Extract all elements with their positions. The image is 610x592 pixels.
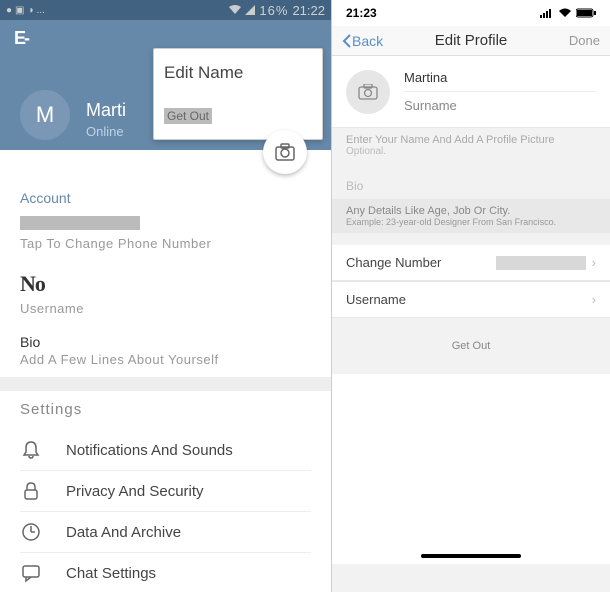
chat-icon bbox=[20, 563, 42, 583]
section-title: Account bbox=[20, 190, 311, 206]
divider bbox=[0, 377, 331, 391]
chevron-left-icon bbox=[342, 34, 352, 48]
settings-label: Data And Archive bbox=[66, 524, 181, 541]
camera-icon bbox=[275, 143, 295, 161]
wifi-icon bbox=[229, 5, 241, 15]
battery-icon bbox=[576, 8, 596, 18]
number-redacted bbox=[496, 256, 586, 270]
context-menu: Edit Name Get Out bbox=[153, 48, 323, 140]
bio-hint: Add A Few Lines About Yourself bbox=[20, 352, 311, 367]
settings-row-chat[interactable]: Chat Settings bbox=[20, 553, 311, 592]
signal-icon bbox=[245, 5, 255, 15]
phone-hint: Tap To Change Phone Number bbox=[20, 236, 311, 251]
back-button[interactable]: Back bbox=[342, 33, 383, 49]
bio-label[interactable]: Bio bbox=[20, 334, 311, 350]
username-row[interactable]: Username › bbox=[332, 281, 610, 318]
username-label: Username bbox=[20, 301, 311, 316]
ios-edit-profile-screen: 21:23 Back Edit Profile Done Martina Sur… bbox=[332, 0, 610, 592]
settings-label: Privacy And Security bbox=[66, 483, 204, 500]
done-button[interactable]: Done bbox=[569, 33, 600, 48]
data-icon bbox=[20, 522, 42, 542]
empty-area bbox=[332, 374, 610, 564]
first-name-field[interactable]: Martina bbox=[404, 64, 596, 92]
settings-row-notifications[interactable]: Notifications And Sounds bbox=[20, 430, 311, 471]
section-title: Settings bbox=[20, 401, 311, 418]
edit-name-menu-item[interactable]: Edit Name bbox=[164, 63, 312, 83]
photo-button[interactable] bbox=[346, 70, 390, 114]
settings-row-data[interactable]: Data And Archive bbox=[20, 512, 311, 553]
nav-bar: Back Edit Profile Done bbox=[332, 26, 610, 56]
notification-icon: ● bbox=[6, 5, 12, 16]
camera-fab[interactable] bbox=[263, 130, 307, 174]
bio-field[interactable]: Any Details Like Age, Job Or City. Examp… bbox=[332, 199, 610, 233]
settings-label: Notifications And Sounds bbox=[66, 442, 233, 459]
surname-field[interactable]: Surname bbox=[404, 92, 596, 119]
logout-button[interactable]: Get Out bbox=[332, 318, 610, 374]
more-icon: ... bbox=[37, 5, 45, 16]
android-status-bar: ● ▣ ◑ ... 16% 21:22 bbox=[0, 0, 331, 20]
back-button[interactable]: E- bbox=[14, 28, 317, 49]
name-hint: Enter Your Name And Add A Profile Pictur… bbox=[332, 128, 610, 163]
username-value[interactable]: No bbox=[20, 271, 311, 297]
notification-icon: ▣ bbox=[15, 5, 24, 16]
signal-icon bbox=[540, 8, 554, 18]
camera-icon bbox=[358, 84, 378, 100]
change-number-row[interactable]: Change Number › bbox=[332, 245, 610, 281]
ios-status-bar: 21:23 bbox=[332, 0, 610, 26]
android-settings-screen: ● ▣ ◑ ... 16% 21:22 E- M Marti Online Ed… bbox=[0, 0, 332, 592]
battery-percentage: 16% bbox=[259, 3, 288, 18]
wifi-icon bbox=[558, 8, 572, 18]
page-title: Edit Profile bbox=[435, 32, 508, 49]
clock: 21:22 bbox=[292, 3, 325, 18]
bio-label: Bio bbox=[332, 173, 610, 199]
bell-icon bbox=[20, 440, 42, 460]
chevron-right-icon: › bbox=[592, 292, 596, 307]
clock: 21:23 bbox=[346, 6, 377, 20]
name-editor: Martina Surname bbox=[332, 56, 610, 128]
phone-number-redacted[interactable] bbox=[20, 216, 140, 230]
settings-row-privacy[interactable]: Privacy And Security bbox=[20, 471, 311, 512]
logout-menu-item[interactable]: Get Out bbox=[164, 108, 212, 124]
settings-label: Chat Settings bbox=[66, 565, 156, 582]
account-section: Account Tap To Change Phone Number No Us… bbox=[0, 150, 331, 377]
avatar[interactable]: M bbox=[20, 90, 70, 140]
settings-section: Settings Notifications And Sounds Privac… bbox=[0, 391, 331, 592]
lock-icon bbox=[20, 481, 42, 501]
telegram-icon: ◑ bbox=[28, 5, 34, 16]
profile-name: Marti bbox=[86, 100, 126, 121]
presence-status: Online bbox=[86, 124, 124, 139]
home-indicator[interactable] bbox=[421, 554, 521, 558]
chevron-right-icon: › bbox=[592, 255, 596, 270]
